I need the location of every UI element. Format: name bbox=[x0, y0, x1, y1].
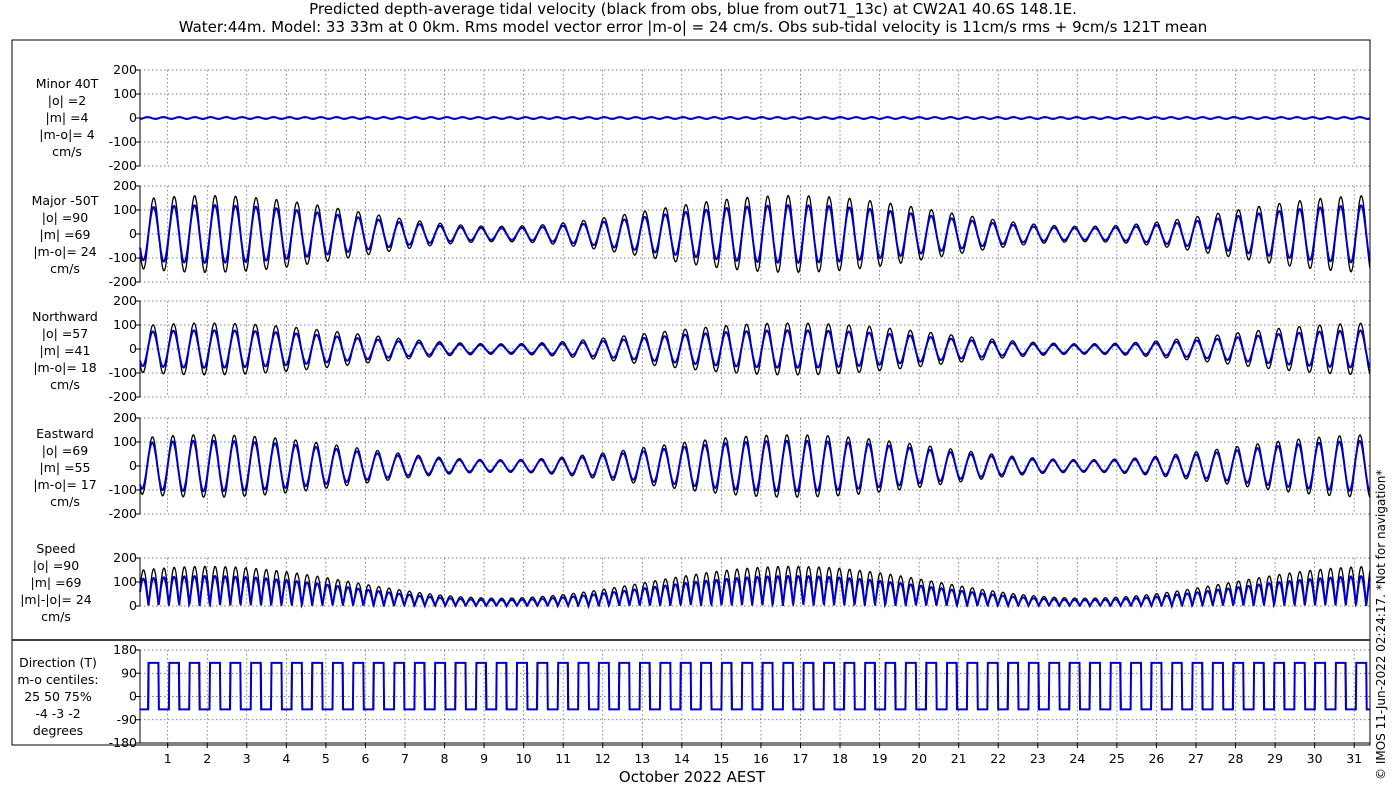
label-line: 25 50 75% bbox=[24, 689, 92, 704]
y-tick-label: 180 bbox=[113, 642, 137, 657]
label-line: Direction (T) bbox=[19, 655, 97, 670]
label-line: |o| =57 bbox=[41, 326, 89, 341]
x-tick-label: 17 bbox=[793, 751, 809, 766]
label-line: degrees bbox=[32, 723, 84, 738]
label-line: cm/s bbox=[50, 261, 80, 276]
label-line: |m| =69 bbox=[39, 227, 91, 242]
label-line: |m-o|= 18 bbox=[33, 360, 97, 375]
label-line: |m-o|= 4 bbox=[39, 127, 95, 142]
x-tick-label: 30 bbox=[1307, 751, 1323, 766]
minor-panel-label: Minor 40T |o| =2 |m| =4 |m-o|= 4 cm/s bbox=[17, 75, 117, 160]
label-line: |m|-|o|= 24 bbox=[20, 592, 92, 607]
x-tick-label: 23 bbox=[1030, 751, 1046, 766]
minor-model-series-line bbox=[139, 115, 1371, 121]
x-tick-label: 24 bbox=[1069, 751, 1085, 766]
panels-group: 2001000-100-2002001000-100-2002001000-10… bbox=[11, 39, 1371, 766]
label-line: |o| =90 bbox=[41, 210, 89, 225]
y-tick-label: 200 bbox=[113, 293, 137, 308]
label-line: |m| =4 bbox=[45, 110, 89, 125]
major-panel-label: Major -50T |o| =90 |m| =69 |m-o|= 24 cm/… bbox=[15, 192, 115, 277]
x-tick-label: 11 bbox=[555, 751, 571, 766]
y-tick-label: -90 bbox=[117, 712, 137, 727]
direction-obs-series-line bbox=[140, 662, 1370, 711]
y-tick-label: 100 bbox=[113, 202, 137, 217]
x-axis-label: October 2022 AEST bbox=[618, 768, 766, 786]
label-line: cm/s bbox=[50, 494, 80, 509]
chart-title-line-2: Water:44m. Model: 33 33m at 0 0km. Rms m… bbox=[178, 18, 1208, 36]
x-tick-label: 21 bbox=[951, 751, 967, 766]
direction-panel-label: Direction (T) m-o centiles: 25 50 75% -4… bbox=[8, 654, 108, 739]
label-line: |o| =90 bbox=[32, 558, 80, 573]
x-tick-label: 29 bbox=[1267, 751, 1283, 766]
y-tick-label: -180 bbox=[109, 735, 137, 750]
credit-text: © IMOS 11-Jun-2022 02:24:17. *Not for na… bbox=[1374, 469, 1388, 780]
label-line: |o| =2 bbox=[47, 93, 87, 108]
y-tick-label: 200 bbox=[113, 410, 137, 425]
label-line: Minor 40T bbox=[35, 76, 99, 91]
label-line: Major -50T bbox=[31, 193, 99, 208]
y-tick-label: -200 bbox=[109, 158, 137, 173]
label-line: |o| =69 bbox=[41, 443, 89, 458]
speed-panel-label: Speed |o| =90 |m| =69 |m|-|o|= 24 cm/s bbox=[6, 540, 106, 625]
x-tick-label: 5 bbox=[322, 751, 330, 766]
x-tick-label: 18 bbox=[832, 751, 848, 766]
label-line: |m-o|= 24 bbox=[33, 244, 97, 259]
y-tick-label: 0 bbox=[129, 598, 137, 613]
x-tick-label: 19 bbox=[872, 751, 888, 766]
x-tick-label: 28 bbox=[1228, 751, 1244, 766]
label-line: |m-o|= 17 bbox=[33, 477, 97, 492]
x-tick-label: 14 bbox=[674, 751, 690, 766]
label-line: cm/s bbox=[52, 144, 82, 159]
direction-model-series-line bbox=[140, 661, 1370, 711]
figure-canvas: 2001000-100-2002001000-100-2002001000-10… bbox=[11, 39, 1371, 766]
eastward-panel-label: Eastward |o| =69 |m| =55 |m-o|= 17 cm/s bbox=[15, 425, 115, 510]
x-tick-label: 25 bbox=[1109, 751, 1125, 766]
x-tick-label: 2 bbox=[203, 751, 211, 766]
x-tick-label: 9 bbox=[480, 751, 488, 766]
label-line: |m| =41 bbox=[39, 343, 91, 358]
y-tick-label: 100 bbox=[113, 434, 137, 449]
y-tick-label: 0 bbox=[129, 689, 137, 704]
x-tick-label: 4 bbox=[282, 751, 290, 766]
x-tick-label: 13 bbox=[634, 751, 650, 766]
x-tick-label: 16 bbox=[753, 751, 769, 766]
label-line: Speed bbox=[36, 541, 76, 556]
y-tick-label: 100 bbox=[113, 574, 137, 589]
x-tick-label: 20 bbox=[911, 751, 927, 766]
x-tick-label: 27 bbox=[1188, 751, 1204, 766]
y-tick-label: 90 bbox=[121, 665, 137, 680]
y-tick-label: 100 bbox=[113, 317, 137, 332]
y-tick-label: 200 bbox=[113, 178, 137, 193]
x-tick-label: 15 bbox=[713, 751, 729, 766]
y-tick-label: 0 bbox=[129, 226, 137, 241]
y-tick-label: 0 bbox=[129, 341, 137, 356]
label-line: |m| =55 bbox=[39, 460, 91, 475]
x-tick-label: 10 bbox=[516, 751, 532, 766]
x-tick-label: 8 bbox=[441, 751, 449, 766]
label-line: m-o centiles: bbox=[17, 672, 99, 687]
x-tick-label: 7 bbox=[401, 751, 409, 766]
label-line: cm/s bbox=[41, 609, 71, 624]
x-tick-label: 3 bbox=[243, 751, 251, 766]
y-tick-label: 0 bbox=[129, 458, 137, 473]
x-tick-label: 6 bbox=[361, 751, 369, 766]
x-tick-label: 22 bbox=[990, 751, 1006, 766]
y-tick-label: 0 bbox=[129, 110, 137, 125]
label-line: Northward bbox=[32, 309, 98, 324]
label-line: cm/s bbox=[50, 377, 80, 392]
x-tick-label: 1 bbox=[164, 751, 172, 766]
label-line: -4 -3 -2 bbox=[35, 706, 81, 721]
x-tick-label: 12 bbox=[595, 751, 611, 766]
northward-panel-label: Northward |o| =57 |m| =41 |m-o|= 18 cm/s bbox=[15, 308, 115, 393]
y-tick-label: 200 bbox=[113, 550, 137, 565]
x-tick-label: 26 bbox=[1148, 751, 1164, 766]
chart-title-line-1: Predicted depth-average tidal velocity (… bbox=[309, 0, 1077, 18]
label-line: Eastward bbox=[36, 426, 94, 441]
x-tick-label: 31 bbox=[1346, 751, 1362, 766]
label-line: |m| =69 bbox=[30, 575, 82, 590]
